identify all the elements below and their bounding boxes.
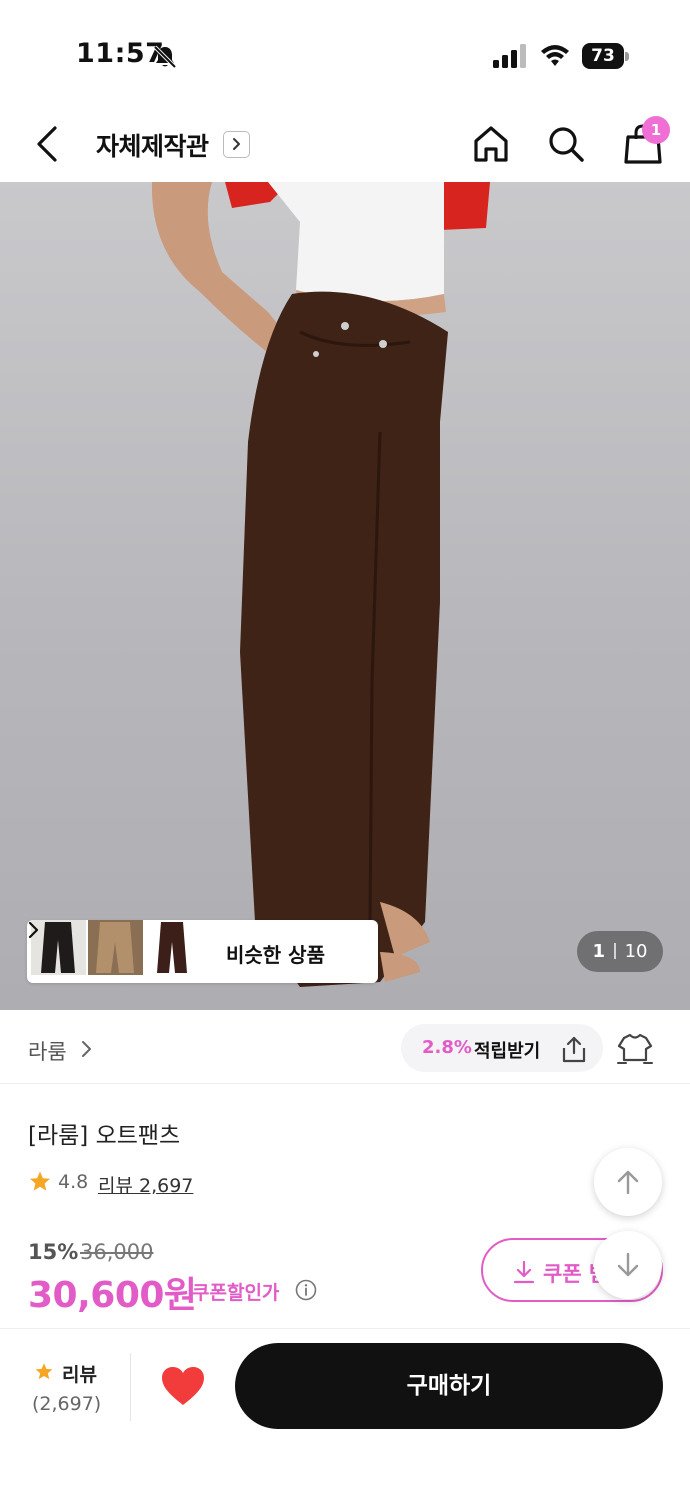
- bell-off-icon: [153, 45, 177, 69]
- scroll-to-top-button[interactable]: [594, 1148, 662, 1216]
- home-icon[interactable]: [472, 124, 510, 164]
- chevron-right-icon: [82, 1041, 91, 1057]
- chevron-right-icon: [28, 921, 39, 939]
- rating-value: 4.8: [58, 1171, 89, 1193]
- total-images: 10: [624, 941, 648, 962]
- bottom-action-bar: 리뷰 (2,697) 구매하기: [0, 1328, 690, 1500]
- points-rate: 2.8%: [422, 1037, 472, 1058]
- brand-row: 라룸 2.8% 적립받기: [0, 1010, 690, 1084]
- product-photo: [151, 182, 490, 987]
- similar-products-button[interactable]: 비슷한 상품: [27, 920, 378, 983]
- back-arrow-icon[interactable]: [28, 122, 68, 166]
- signal-icon: [493, 44, 526, 68]
- product-image-gallery[interactable]: 비슷한 상품 1 10: [0, 182, 690, 1010]
- cart-count-badge: 1: [642, 116, 670, 144]
- scroll-to-bottom-button[interactable]: [594, 1231, 662, 1299]
- page-title[interactable]: 자체제작관: [96, 127, 209, 163]
- current-image-index: 1: [592, 941, 606, 962]
- points-label: 적립받기: [474, 1041, 541, 1062]
- product-name: [라룸] 오트팬츠: [28, 1123, 181, 1149]
- coupon-price-label: 쿠폰할인가: [192, 1282, 280, 1304]
- arrow-up-icon: [617, 1170, 639, 1195]
- wardrobe-icon[interactable]: [616, 1032, 654, 1066]
- similar-thumbnail: [145, 920, 200, 975]
- share-icon[interactable]: [559, 1034, 589, 1064]
- star-icon: [30, 1171, 50, 1191]
- review-button-count[interactable]: (2,697): [32, 1393, 101, 1415]
- wifi-icon: [541, 45, 569, 66]
- battery-icon: 73: [582, 43, 630, 69]
- divider: [130, 1353, 131, 1421]
- download-icon: [513, 1260, 535, 1284]
- similar-products-label: 비슷한 상품: [226, 943, 325, 967]
- discount-rate: 15%: [28, 1240, 79, 1264]
- brand-name-link[interactable]: 라룸: [28, 1036, 67, 1066]
- buy-button[interactable]: 구매하기: [235, 1343, 663, 1429]
- original-price: 36,000: [80, 1240, 154, 1264]
- star-icon: [35, 1363, 53, 1380]
- info-icon[interactable]: [295, 1279, 317, 1301]
- status-bar: 11:57 73: [0, 0, 690, 110]
- battery-level: 73: [582, 43, 624, 69]
- arrow-down-icon: [617, 1252, 639, 1277]
- image-counter: 1 10: [577, 931, 663, 972]
- similar-thumbnail: [31, 920, 86, 975]
- heart-icon[interactable]: [160, 1365, 206, 1407]
- sale-price: 30,600원: [28, 1275, 197, 1316]
- points-reward-button[interactable]: 2.8% 적립받기: [401, 1024, 603, 1072]
- review-count-link[interactable]: 리뷰 2,697: [98, 1171, 193, 1198]
- title-chevron-button[interactable]: [223, 131, 250, 158]
- top-nav-bar: 자체제작관 1: [0, 110, 690, 182]
- chevron-right-icon: [233, 138, 240, 150]
- similar-thumbnail: [88, 920, 143, 975]
- review-button-label[interactable]: 리뷰: [62, 1360, 97, 1387]
- search-icon[interactable]: [546, 124, 586, 164]
